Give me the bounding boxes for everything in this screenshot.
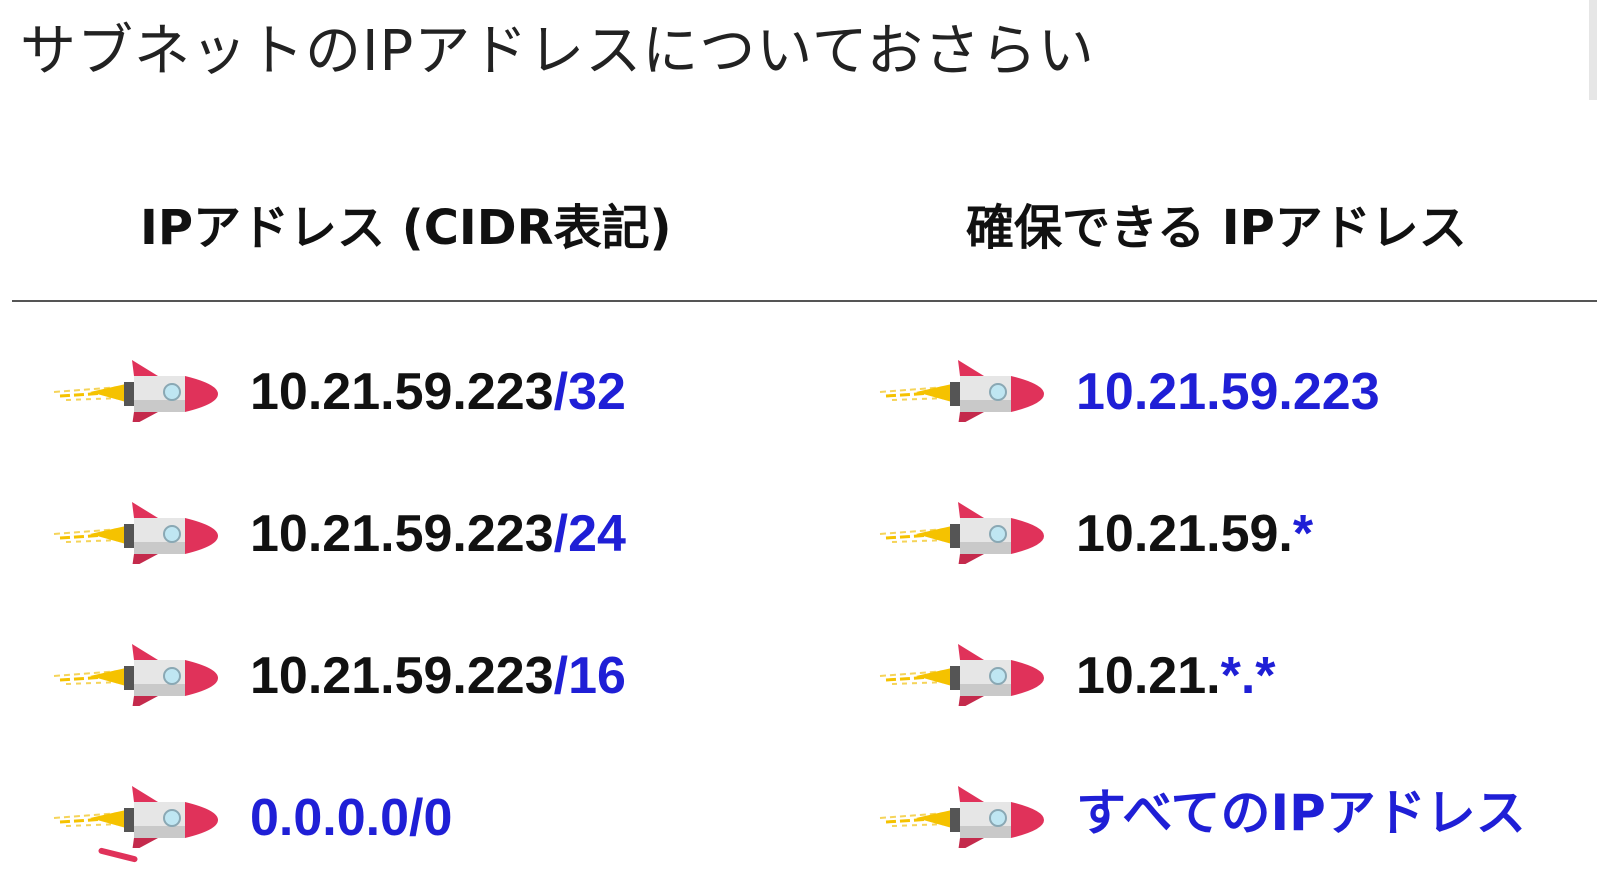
range-row-2: 10.21.59.* xyxy=(1076,508,1313,560)
cidr-ip: 10.21.59.223 xyxy=(250,505,554,563)
cidr-suffix: /24 xyxy=(553,505,626,563)
range-row-1: 10.21.59.223 xyxy=(1076,366,1380,418)
range-row-3: 10.21.*.* xyxy=(1076,650,1276,702)
rocket-icon xyxy=(52,500,220,564)
cidr-ip: 10.21.59.223 xyxy=(250,647,554,705)
rocket-icon xyxy=(878,358,1046,422)
range-row-4: すべてのIPアドレス xyxy=(1076,788,1526,838)
cidr-row-3: 10.21.59.223/16 xyxy=(250,650,626,702)
range-fixed: 10.21. xyxy=(1076,647,1221,705)
header-divider xyxy=(12,300,1597,302)
cidr-suffix: 0.0.0.0/0 xyxy=(250,789,453,847)
cidr-suffix: /16 xyxy=(553,647,626,705)
corner-mark xyxy=(97,847,139,863)
rocket-icon xyxy=(878,500,1046,564)
cidr-suffix: /32 xyxy=(553,363,626,421)
slide-title: サブネットのIPアドレスについておさらい xyxy=(20,19,1095,84)
rocket-icon xyxy=(878,642,1046,706)
range-fixed: 10.21.59. xyxy=(1076,505,1293,563)
header-available-ips: 確保できる IPアドレス xyxy=(966,200,1467,256)
cidr-row-1: 10.21.59.223/32 xyxy=(250,366,626,418)
range-variable: * xyxy=(1292,505,1314,563)
range-variable: *.* xyxy=(1220,647,1276,705)
rocket-icon xyxy=(52,642,220,706)
edge-strip xyxy=(1589,0,1597,100)
range-variable: すべてのIPアドレス xyxy=(1076,784,1526,842)
rocket-icon xyxy=(878,784,1046,848)
cidr-row-2: 10.21.59.223/24 xyxy=(250,508,626,560)
range-variable: 10.21.59.223 xyxy=(1076,363,1380,421)
header-cidr: IPアドレス (CIDR表記) xyxy=(140,200,672,256)
rocket-icon xyxy=(52,784,220,848)
rocket-icon xyxy=(52,358,220,422)
cidr-row-4: 0.0.0.0/0 xyxy=(250,792,452,844)
cidr-ip: 10.21.59.223 xyxy=(250,363,554,421)
